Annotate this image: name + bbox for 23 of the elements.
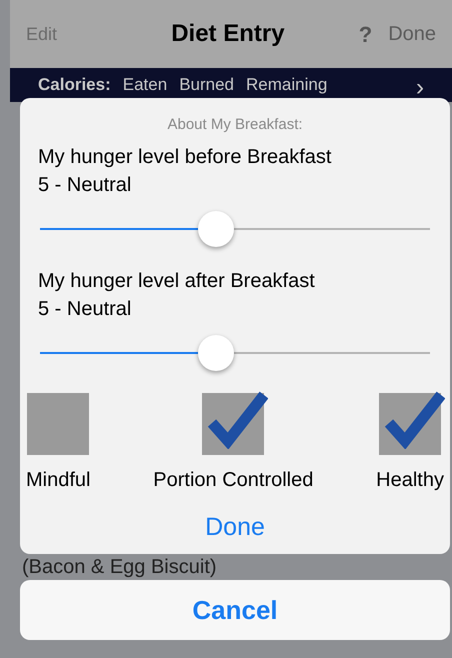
done-nav-button[interactable]: Done xyxy=(388,19,436,49)
slider-label: My hunger level before Breakfast xyxy=(38,144,332,170)
slider-thumb[interactable] xyxy=(198,210,234,246)
sheet-heading: About My Breakfast: xyxy=(166,115,304,135)
calories-column: Remaining xyxy=(246,72,328,98)
checkbox[interactable] xyxy=(27,392,90,454)
slider-label: My hunger level after Breakfast xyxy=(38,268,316,294)
chevron-icon[interactable]: › xyxy=(416,76,424,100)
help-button[interactable]: ? xyxy=(358,18,372,50)
slider-reading: 5 - Neutral xyxy=(38,172,132,198)
edit-button[interactable]: Edit xyxy=(26,20,58,48)
checkbox-label: Healthy xyxy=(376,468,444,492)
checkbox-label: Portion Controlled xyxy=(153,468,314,492)
background-row-text: (Bacon & Egg Biscuit) xyxy=(21,556,218,578)
slider-thumb[interactable] xyxy=(198,334,234,370)
slider-reading: 5 - Neutral xyxy=(38,296,132,322)
cancel-button[interactable]: Cancel xyxy=(20,580,450,640)
calories-column: Eaten xyxy=(122,72,168,98)
window-title: Diet Entry xyxy=(170,19,286,49)
calories-column: Burned xyxy=(179,72,234,98)
calories-label: Calories: xyxy=(38,74,111,96)
checkbox-label: Mindful xyxy=(26,468,90,492)
done-button[interactable]: Done xyxy=(205,508,265,546)
